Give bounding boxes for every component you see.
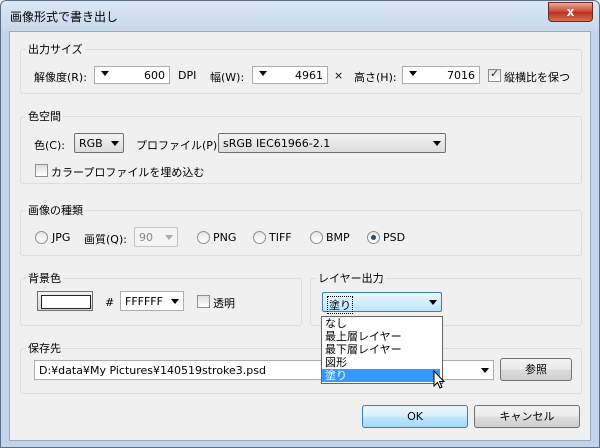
close-icon: x	[566, 5, 575, 19]
color-mode-select[interactable]: RGB	[74, 133, 124, 153]
jpg-label: JPG	[52, 231, 71, 244]
list-item[interactable]: 図形	[322, 356, 440, 369]
mouse-cursor-icon	[433, 370, 446, 389]
times-sign: ×	[334, 69, 344, 82]
dropdown-arrow-icon	[433, 141, 441, 146]
height-label: 高さ(H):	[354, 71, 397, 84]
title-bar[interactable]: 画像形式で書き出し x	[1, 1, 599, 31]
transparent-label: 透明	[213, 297, 235, 310]
output-size-label: 出力サイズ	[26, 41, 85, 57]
dropdown-arrow-icon[interactable]	[101, 71, 109, 76]
psd-radio[interactable]	[367, 231, 380, 244]
keep-ratio-label: 縦横比を保つ	[504, 71, 570, 84]
quality-select[interactable]: 90	[134, 227, 178, 247]
hex-color-select[interactable]: FFFFFF	[120, 291, 184, 311]
dropdown-arrow-icon	[171, 299, 179, 304]
bmp-radio[interactable]	[310, 231, 323, 244]
profile-label: プロファイル(P):	[136, 139, 221, 152]
dropdown-arrow-icon	[165, 235, 173, 240]
save-to-label: 保存先	[26, 340, 63, 356]
browse-button[interactable]: 参照	[500, 358, 572, 381]
swatch-color	[41, 295, 91, 309]
hash-sign: #	[105, 296, 115, 309]
dropdown-arrow-icon	[111, 141, 119, 146]
layer-output-dropdown-list[interactable]: なし 最上層レイヤー 最下層レイヤー 図形 塗り	[321, 316, 443, 384]
jpg-radio[interactable]	[35, 231, 48, 244]
checkbox-checked-icon: ✓	[490, 67, 500, 80]
tiff-label: TIFF	[269, 231, 292, 244]
width-field[interactable]: 4961	[252, 66, 328, 84]
resolution-field[interactable]: 600	[94, 66, 170, 84]
embed-profile-checkbox[interactable]	[35, 164, 48, 177]
dropdown-arrow-icon	[429, 300, 437, 305]
bmp-label: BMP	[326, 231, 350, 244]
dialog-body: 出力サイズ 解像度(R): 600 DPI 幅(W): 4961 × 高さ(H)…	[9, 31, 591, 441]
dropdown-arrow-icon[interactable]	[259, 71, 267, 76]
layer-output-select[interactable]: 塗り	[322, 292, 442, 314]
radio-selected-icon	[371, 235, 376, 240]
dialog-window: 画像形式で書き出し x 出力サイズ 解像度(R): 600 DPI 幅(W): …	[0, 0, 600, 448]
dropdown-arrow-icon	[481, 368, 489, 373]
quality-label: 画質(Q):	[84, 233, 127, 246]
color-space-label: 色空間	[26, 108, 63, 124]
layer-output-label: レイヤー出力	[316, 270, 386, 286]
profile-select[interactable]: sRGB IEC61966-2.1	[218, 133, 446, 153]
image-type-label: 画像の種類	[26, 202, 85, 218]
embed-profile-label: カラープロファイルを埋め込む	[51, 166, 205, 179]
color-label: 色(C):	[34, 139, 65, 152]
transparent-checkbox[interactable]	[197, 295, 210, 308]
keep-ratio-checkbox[interactable]: ✓	[488, 67, 501, 82]
psd-label: PSD	[383, 231, 406, 244]
ok-button[interactable]: OK	[362, 405, 468, 428]
png-radio[interactable]	[197, 231, 210, 244]
background-swatch[interactable]	[37, 291, 93, 311]
list-item-highlighted[interactable]: 塗り	[322, 369, 440, 382]
cancel-button[interactable]: キャンセル	[474, 405, 580, 428]
list-item[interactable]: なし	[322, 317, 440, 330]
png-label: PNG	[213, 231, 237, 244]
close-button[interactable]: x	[548, 2, 593, 22]
list-item[interactable]: 最上層レイヤー	[322, 330, 440, 343]
background-label: 背景色	[26, 270, 63, 286]
height-field[interactable]: 7016	[402, 66, 480, 84]
width-label: 幅(W):	[210, 71, 245, 84]
window-title: 画像形式で書き出し	[10, 10, 119, 24]
tiff-radio[interactable]	[253, 231, 266, 244]
resolution-label: 解像度(R):	[34, 71, 87, 84]
list-item[interactable]: 最下層レイヤー	[322, 343, 440, 356]
dpi-unit: DPI	[178, 69, 197, 82]
dropdown-arrow-icon[interactable]	[409, 71, 417, 76]
